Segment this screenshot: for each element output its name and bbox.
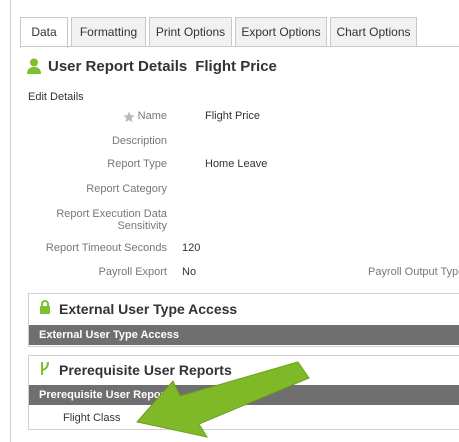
annotation-arrow-icon <box>136 361 310 438</box>
